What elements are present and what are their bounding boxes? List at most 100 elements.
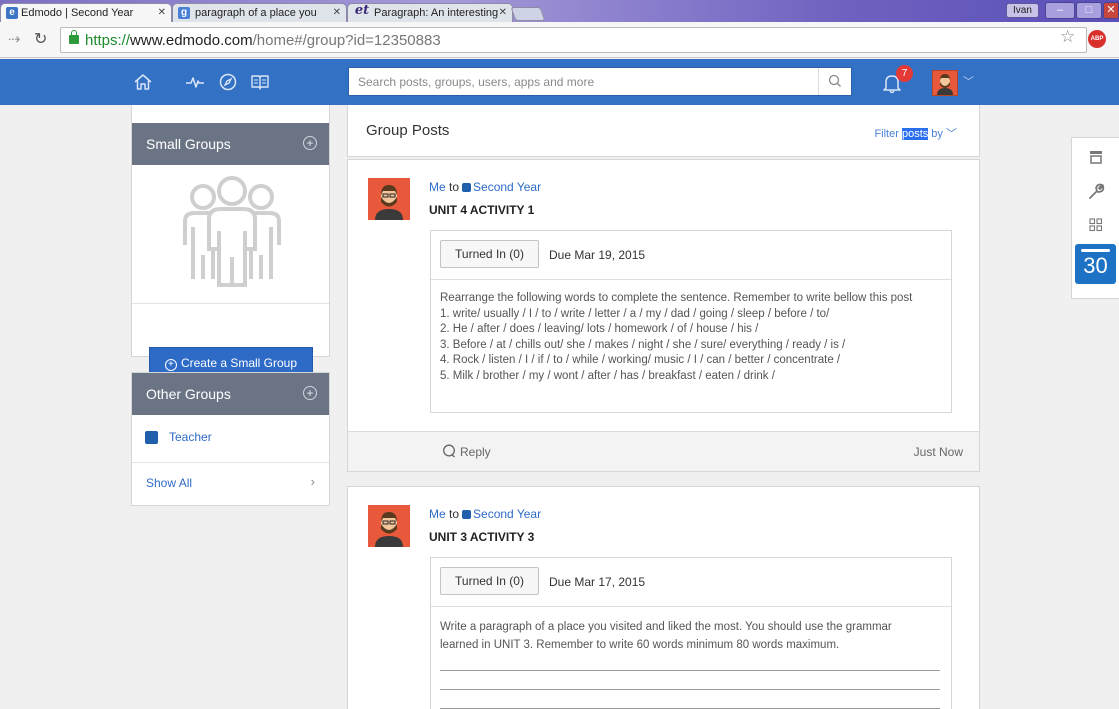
- assignment-description: Write a paragraph of a place you visited…: [440, 618, 940, 654]
- writing-rule-line: [440, 689, 940, 690]
- url-scheme: https://: [85, 32, 131, 49]
- other-groups-panel: Other Groups + Teacher Show All ›: [131, 372, 330, 506]
- forward-arrow-icon[interactable]: ⇢: [8, 30, 21, 48]
- other-groups-title: Other Groups: [146, 386, 231, 402]
- chevron-down-icon[interactable]: ﹀: [963, 73, 974, 89]
- reply-link[interactable]: Reply: [460, 445, 491, 459]
- filter-label-highlight: posts: [901, 128, 929, 140]
- description-line: learned in UNIT 3. Remember to write 60 …: [440, 639, 840, 651]
- calendar-icon[interactable]: 30: [1075, 244, 1116, 284]
- reply-bubble-icon[interactable]: [442, 444, 456, 458]
- group-color-swatch: [462, 510, 472, 519]
- app-header: 7 ﹀: [0, 59, 1119, 105]
- add-other-group-icon[interactable]: +: [303, 386, 317, 400]
- avatar-face-icon: [375, 512, 403, 547]
- browser-tab-bar: e Edmodo | Second Year ✕ g paragraph of …: [0, 0, 1119, 22]
- show-all-label: Show All: [146, 476, 193, 490]
- assignment-description: Rearrange the following words to complet…: [440, 291, 940, 385]
- other-groups-header: Other Groups +: [132, 373, 329, 415]
- description-line: 1. write/ usually / I / to / write / let…: [440, 307, 830, 320]
- post-footer: Reply Just Now: [348, 431, 979, 471]
- post-sender-link[interactable]: Me: [429, 507, 446, 521]
- assignment-box: Turned In (0) Due Mar 19, 2015 Rearrange…: [430, 230, 952, 413]
- close-tab-icon[interactable]: ✕: [499, 7, 507, 18]
- avatar-face-icon: [937, 74, 953, 95]
- chevron-right-icon: ›: [310, 474, 315, 489]
- description-line: Write a paragraph of a place you visited…: [440, 621, 892, 633]
- filter-label-before: Filter: [874, 128, 902, 140]
- maximize-button[interactable]: □: [1076, 2, 1102, 19]
- close-tab-icon[interactable]: ✕: [333, 7, 341, 18]
- search-input[interactable]: [349, 68, 819, 95]
- google-favicon-icon: g: [178, 7, 190, 19]
- library-icon[interactable]: [250, 72, 270, 92]
- address-bar-row: ⇢ ↻ https://www.edmodo.com/home#/group?i…: [0, 22, 1119, 58]
- url-host: www.edmodo.com: [130, 32, 253, 49]
- edmodo-favicon-icon: e: [6, 7, 18, 19]
- post-recipients: Me to Second Year: [429, 507, 541, 521]
- description-line: 3. Before / at / chills out/ she / makes…: [440, 338, 846, 351]
- reload-icon[interactable]: ↻: [34, 29, 47, 49]
- turned-in-button[interactable]: Turned In (0): [440, 567, 539, 595]
- tab-google-search[interactable]: g paragraph of a place you ✕: [172, 3, 347, 22]
- minimize-button[interactable]: –: [1045, 2, 1075, 19]
- groups-illustration-icon: [183, 176, 281, 287]
- et-favicon-icon: et: [354, 3, 370, 18]
- group-color-swatch: [145, 431, 158, 444]
- filter-label-after: by: [928, 128, 943, 140]
- avatar-face-icon: [375, 185, 403, 220]
- adblock-icon[interactable]: ABP: [1088, 30, 1106, 48]
- group-color-swatch: [462, 183, 472, 192]
- divider: [431, 606, 951, 607]
- post-author-avatar[interactable]: [368, 505, 410, 547]
- chevron-down-icon: ﹀: [946, 128, 957, 140]
- bookmark-star-icon[interactable]: ☆: [1060, 27, 1075, 47]
- tab-title: Edmodo | Second Year: [21, 7, 134, 19]
- post-group-link[interactable]: Second Year: [473, 507, 541, 521]
- divider: [431, 279, 951, 280]
- window-user-badge: Ivan: [1006, 3, 1039, 18]
- writing-rule-line: [440, 670, 940, 671]
- post-title: UNIT 3 ACTIVITY 3: [429, 530, 535, 544]
- home-icon[interactable]: [133, 72, 153, 92]
- filter-posts-dropdown[interactable]: Filter posts by ﹀: [874, 125, 957, 141]
- post-card: Me to Second Year UNIT 3 ACTIVITY 3 Turne…: [347, 486, 980, 709]
- group-item-label: Teacher: [169, 430, 212, 444]
- plus-circle-icon: +: [164, 359, 177, 371]
- due-date: Due Mar 19, 2015: [549, 248, 646, 262]
- url-field[interactable]: https://www.edmodo.com/home#/group?id=12…: [60, 27, 1087, 53]
- post-title: UNIT 4 ACTIVITY 1: [429, 203, 535, 217]
- post-author-avatar[interactable]: [368, 178, 410, 220]
- description-line: Rearrange the following words to complet…: [440, 292, 913, 304]
- activity-icon[interactable]: [185, 72, 205, 92]
- store-icon[interactable]: [1085, 146, 1107, 168]
- url-text: https://www.edmodo.com/home#/group?id=12…: [85, 32, 441, 49]
- post-sender-link[interactable]: Me: [429, 180, 446, 194]
- page-title: Group Posts: [366, 122, 450, 139]
- due-date: Due Mar 17, 2015: [549, 575, 646, 589]
- close-window-button[interactable]: ✕: [1103, 2, 1119, 19]
- notification-count-badge: 7: [896, 65, 913, 82]
- add-small-group-icon[interactable]: +: [303, 136, 317, 150]
- tab-paragraph[interactable]: et Paragraph: An interesting ✕: [347, 3, 513, 22]
- show-all-groups-link[interactable]: Show All ›: [132, 462, 329, 504]
- divider: [132, 303, 329, 304]
- post-group-link[interactable]: Second Year: [473, 180, 541, 194]
- url-path: /home#/group?id=12350883: [252, 32, 441, 49]
- to-label: to: [449, 180, 460, 194]
- search-button[interactable]: [818, 68, 851, 95]
- close-tab-icon[interactable]: ✕: [158, 7, 166, 18]
- search-icon: [828, 74, 841, 87]
- tab-title: Paragraph: An interesting: [374, 7, 499, 19]
- user-avatar[interactable]: [932, 70, 958, 96]
- tab-edmodo[interactable]: e Edmodo | Second Year ✕: [0, 3, 172, 22]
- wrench-icon[interactable]: [1085, 181, 1107, 203]
- new-tab-button[interactable]: [510, 7, 546, 21]
- group-item-teacher[interactable]: Teacher: [132, 417, 329, 459]
- discover-icon[interactable]: [218, 72, 238, 92]
- apps-grid-icon[interactable]: [1085, 214, 1107, 236]
- description-line: 5. Milk / brother / my / wont / after / …: [440, 369, 775, 382]
- search-bar: [348, 67, 852, 96]
- post-timestamp: Just Now: [913, 445, 963, 459]
- turned-in-button[interactable]: Turned In (0): [440, 240, 539, 268]
